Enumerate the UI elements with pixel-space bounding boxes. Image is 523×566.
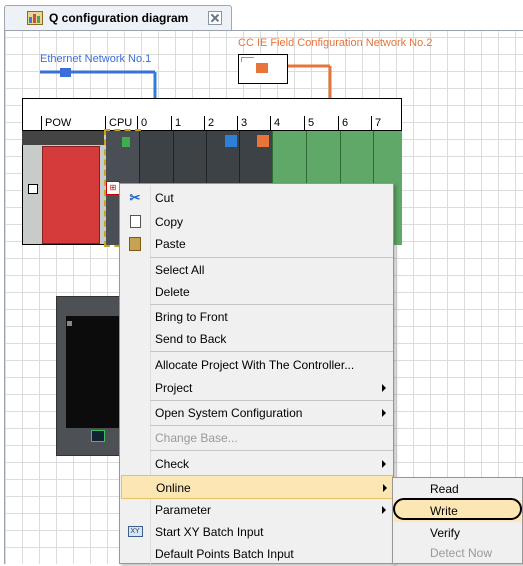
submenu-arrow-icon [383, 484, 387, 492]
ethernet-port-icon [225, 135, 237, 147]
submenu-arrow-icon [382, 409, 386, 417]
copy-icon [127, 214, 143, 230]
submenu-arrow-icon [382, 460, 386, 468]
slot-label-0: 0 [137, 116, 169, 130]
base-unit-header[interactable] [22, 98, 402, 117]
slot-label-1: 1 [171, 116, 203, 130]
menu-item-project[interactable]: Project [121, 376, 393, 400]
submenu-arrow-icon [382, 384, 386, 392]
ccie-network-label: CC IE Field Configuration Network No.2 [238, 37, 433, 49]
slot-label-3: 3 [237, 116, 270, 130]
menu-item-paste[interactable]: Paste [121, 232, 393, 256]
online-submenu: Read Write Verify Detect Now [392, 477, 523, 564]
slot-label-5: 5 [304, 116, 338, 130]
menu-separator [150, 450, 393, 451]
menu-item-change-base[interactable]: Change Base... [121, 426, 393, 450]
slot-label-row: POW CPU 0 1 2 3 4 5 6 7 [22, 116, 402, 131]
submenu-arrow-icon [382, 506, 386, 514]
slot-label-6: 6 [338, 116, 371, 130]
context-menu: ✂ Cut Copy Paste Select All Delete Bring… [119, 183, 394, 564]
ccie-station-port [256, 63, 268, 73]
menu-item-select-all[interactable]: Select All [121, 258, 393, 282]
menu-item-copy[interactable]: Copy [121, 210, 393, 234]
submenu-item-read[interactable]: Read [394, 478, 521, 500]
power-module-top [22, 131, 104, 145]
ccie-station[interactable] [238, 54, 288, 84]
slot-label-7: 7 [371, 116, 401, 130]
base-connector [28, 184, 38, 194]
ethernet-node [60, 68, 71, 77]
menu-item-open-system-configuration[interactable]: Open System Configuration [121, 401, 393, 425]
slot-label-4: 4 [270, 116, 304, 130]
power-module[interactable] [42, 146, 100, 244]
ccie-port-icon [257, 135, 269, 147]
submenu-item-verify[interactable]: Verify [394, 522, 521, 544]
menu-item-cut[interactable]: ✂ Cut [121, 186, 393, 210]
device-led [67, 321, 72, 326]
device-screen [66, 316, 122, 428]
slot-label-cpu: CPU [105, 116, 138, 130]
scissors-icon: ✂ [129, 190, 141, 205]
menu-item-allocate-project[interactable]: Allocate Project With The Controller... [121, 353, 393, 377]
menu-item-default-points-batch-input[interactable]: Default Points Batch Input [121, 542, 393, 566]
menu-item-bring-to-front[interactable]: Bring to Front [121, 305, 393, 329]
ethernet-network-label: Ethernet Network No.1 [40, 53, 152, 65]
cpu-marker-icon: ⊞ [106, 181, 120, 195]
xy-batch-input-icon: XY [127, 524, 143, 540]
slot-label-pow: POW [41, 116, 105, 130]
write-highlight-ring [393, 498, 522, 520]
menu-separator [150, 351, 393, 352]
menu-item-send-to-back[interactable]: Send to Back [121, 327, 393, 351]
slot-label-2: 2 [204, 116, 236, 130]
menu-item-check[interactable]: Check [121, 452, 393, 476]
paste-icon [127, 236, 143, 252]
menu-item-online[interactable]: Online [121, 475, 393, 499]
menu-item-parameter[interactable]: Parameter [121, 498, 393, 522]
cpu-status-led [122, 137, 130, 147]
menu-item-delete[interactable]: Delete [121, 280, 393, 304]
menu-item-start-xy-batch-input[interactable]: XY Start XY Batch Input [121, 520, 393, 544]
device-status-icon [91, 430, 105, 442]
submenu-item-detect-now[interactable]: Detect Now [394, 542, 521, 564]
